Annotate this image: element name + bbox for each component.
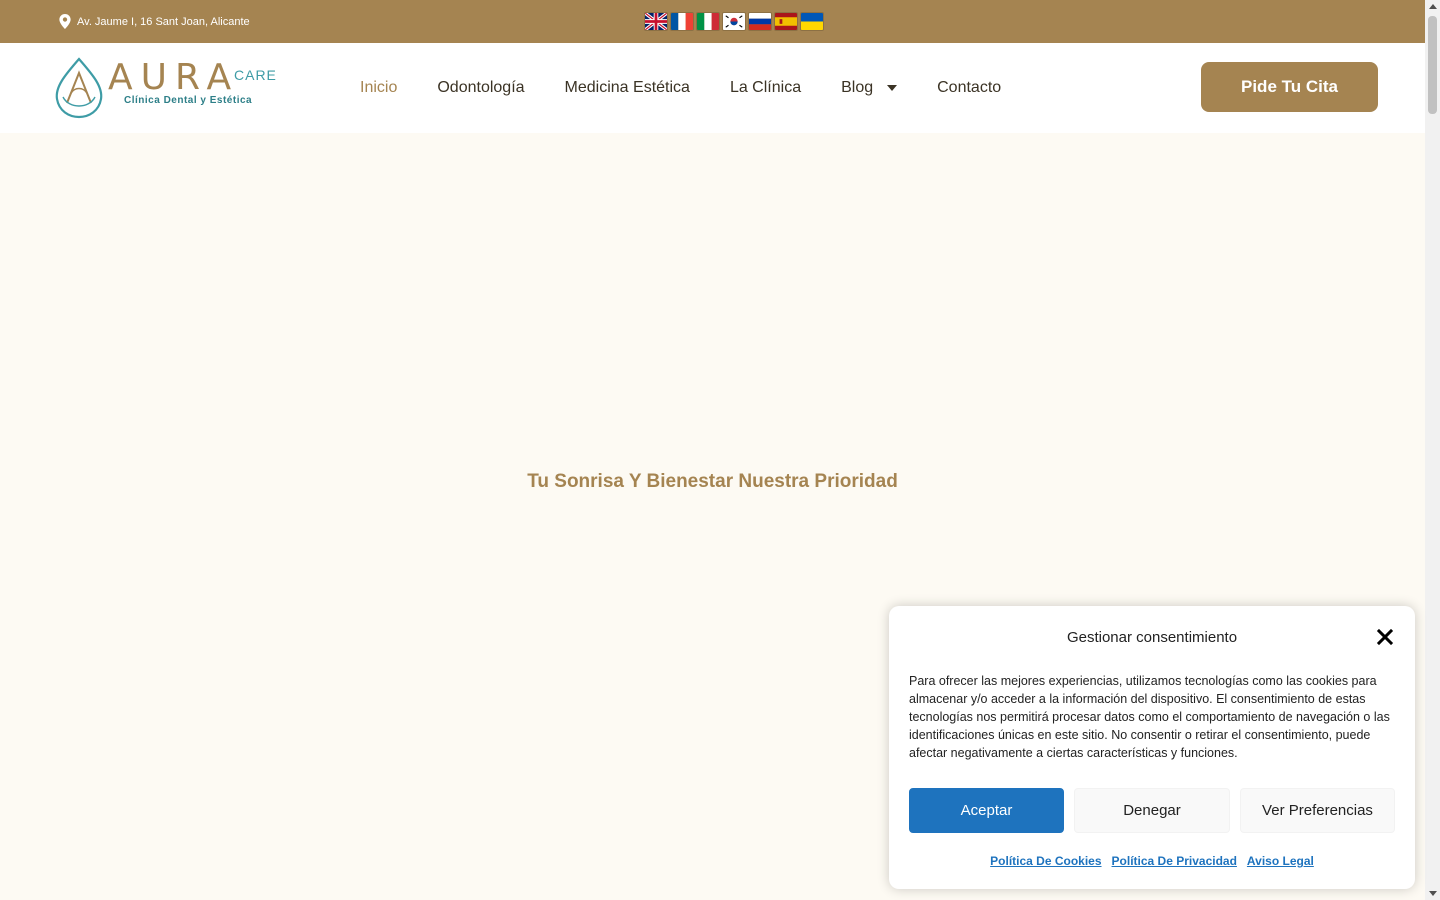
language-switcher xyxy=(644,12,826,31)
cookie-policy-link[interactable]: Política De Cookies xyxy=(990,854,1101,868)
flag-uk-icon[interactable] xyxy=(800,12,824,31)
main-nav: Inicio Odontología Medicina Estética La … xyxy=(360,79,1041,97)
nav-item-medicina-estetica[interactable]: Medicina Estética xyxy=(565,79,690,97)
top-bar: Av. Jaume I, 16 Sant Joan, Alicante xyxy=(0,0,1425,43)
scroll-down-arrow-icon[interactable] xyxy=(1429,891,1437,896)
legal-notice-link[interactable]: Aviso Legal xyxy=(1247,854,1314,868)
logo[interactable]: AURA CARE Clínica Dental y Estética xyxy=(53,57,283,119)
page-scrollbar[interactable] xyxy=(1425,0,1440,900)
modal-title: Gestionar consentimiento xyxy=(1066,629,1238,646)
flag-ko-icon[interactable] xyxy=(722,12,746,31)
deny-button[interactable]: Denegar xyxy=(1074,788,1230,833)
flag-en-icon[interactable] xyxy=(644,12,668,31)
cookie-consent-modal: Gestionar consentimiento Para ofrecer la… xyxy=(889,606,1415,889)
address-text: Av. Jaume I, 16 Sant Joan, Alicante xyxy=(77,15,250,28)
nav-item-blog[interactable]: Blog xyxy=(841,79,898,97)
nav-item-odontologia[interactable]: Odontología xyxy=(437,79,524,97)
modal-body-text: Para ofrecer las mejores experiencias, u… xyxy=(909,674,1390,760)
modal-links: Política De Cookies Política De Privacid… xyxy=(889,854,1415,868)
flag-it-icon[interactable] xyxy=(696,12,720,31)
nav-item-blog-label: Blog xyxy=(841,79,874,96)
address: Av. Jaume I, 16 Sant Joan, Alicante xyxy=(59,14,250,29)
flag-es-icon[interactable] xyxy=(774,12,798,31)
caret-down-icon xyxy=(887,85,898,91)
flag-ru-icon[interactable] xyxy=(748,12,772,31)
site-header: AURA CARE Clínica Dental y Estética Inic… xyxy=(0,43,1425,133)
map-pin-icon xyxy=(59,14,71,29)
scroll-up-arrow-icon[interactable] xyxy=(1429,4,1437,9)
flag-fr-icon[interactable] xyxy=(670,12,694,31)
close-icon[interactable] xyxy=(1376,628,1394,646)
privacy-policy-link[interactable]: Política De Privacidad xyxy=(1112,854,1237,868)
scroll-thumb[interactable] xyxy=(1428,16,1437,114)
nav-item-la-clinica[interactable]: La Clínica xyxy=(730,79,801,97)
hero-title: Tu Sonrisa Y Bienestar Nuestra Prioridad xyxy=(527,471,898,492)
nav-item-inicio[interactable]: Inicio xyxy=(360,79,397,97)
book-appointment-button[interactable]: Pide Tu Cita xyxy=(1201,62,1378,112)
logo-secondary: CARE xyxy=(234,67,277,83)
logo-main: AURA xyxy=(108,57,240,98)
view-preferences-button[interactable]: Ver Preferencias xyxy=(1240,788,1395,833)
logo-tagline: Clínica Dental y Estética xyxy=(124,95,253,106)
accept-button[interactable]: Aceptar xyxy=(909,788,1064,833)
logo-mark-icon xyxy=(55,57,103,119)
nav-item-contacto[interactable]: Contacto xyxy=(937,79,1001,97)
